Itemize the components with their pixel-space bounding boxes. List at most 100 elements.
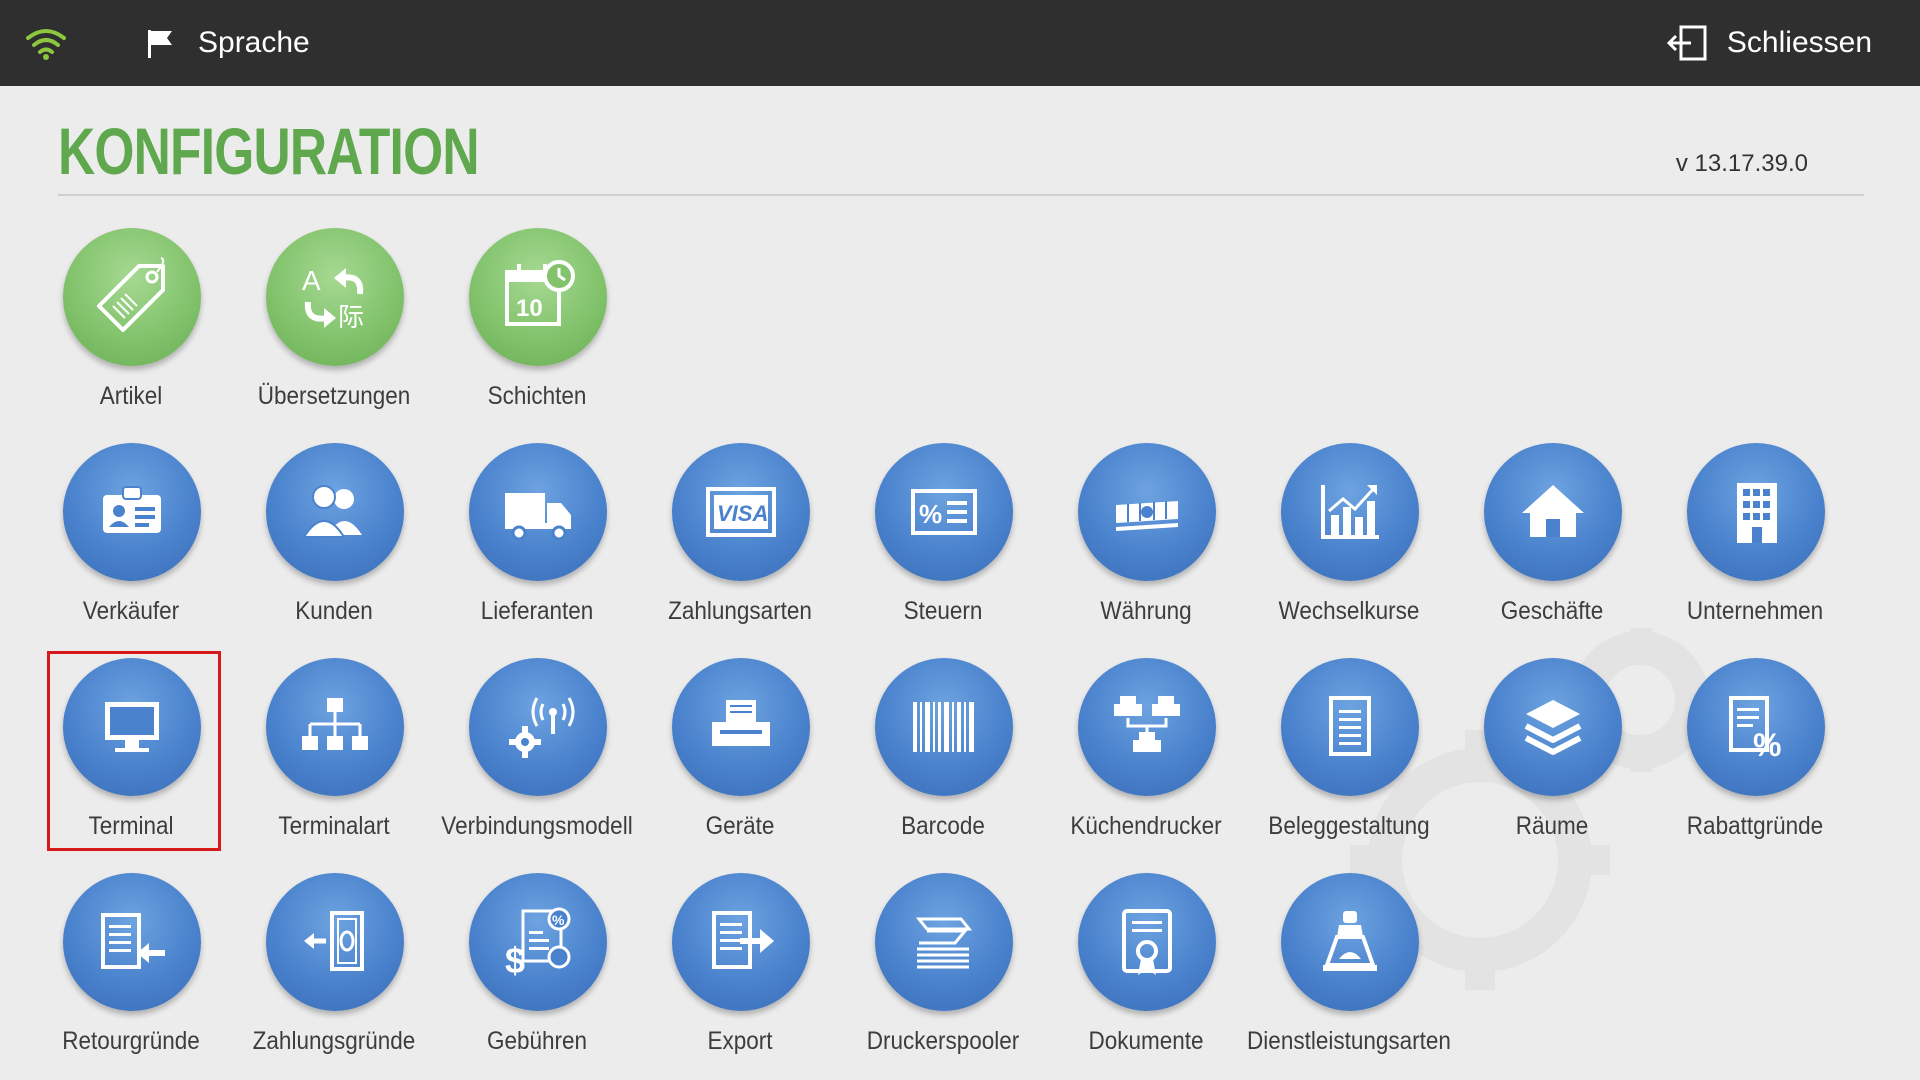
tile-zahlungsgruende[interactable]: Zahlungsgründe [236,861,432,1061]
flag-icon [148,30,172,58]
tile-label: Gebühren [486,1027,588,1055]
svg-text:%: % [552,912,565,928]
tile-rabattgruende[interactable]: % Rabattgründe [1657,646,1853,846]
dokumente-circle [1078,873,1216,1011]
geraete-circle [672,658,810,796]
tile-gebuehren[interactable]: % $ Gebühren [439,861,635,1061]
network-icon [302,698,368,750]
tile-terminal[interactable]: Terminal [33,646,229,846]
close-button[interactable]: Schliessen [1666,18,1872,68]
tile-label: Beleggestaltung [1268,812,1430,840]
beleggestaltung-circle [1281,658,1419,796]
tile-retourgruende[interactable]: Retourgründe [33,861,229,1061]
tile-geschaefte[interactable]: Geschäfte [1454,431,1650,631]
zahlungsarten-circle: VISA [672,443,810,581]
tile-label: Küchendrucker [1070,812,1222,840]
barcode-circle [875,658,1013,796]
kunden-circle [266,443,404,581]
dienstleistungsarten-circle [1281,873,1419,1011]
svg-text:际: 际 [338,303,364,333]
tile-label: Räume [1515,812,1589,840]
tile-raeume[interactable]: Räume [1454,646,1650,846]
house-icon [1522,485,1584,537]
tile-label: Geschäfte [1500,597,1604,625]
svg-text:$: $ [505,940,525,981]
svg-text:%: % [919,499,942,529]
rabattgruende-circle: % [1687,658,1825,796]
wifi-icon [26,29,66,60]
tile-lieferanten[interactable]: Lieferanten [439,431,635,631]
tile-artikel[interactable]: Artikel [33,216,229,416]
tile-verkaeufer[interactable]: Verkäufer [33,431,229,631]
tile-label: Terminal [88,812,174,840]
tile-label: Terminalart [278,812,390,840]
tile-verbindungsmodell[interactable]: Verbindungsmodell [439,646,635,846]
tile-export[interactable]: Export [642,861,838,1061]
tile-unternehmen[interactable]: Unternehmen [1657,431,1853,631]
tile-label: Lieferanten [480,597,594,625]
tile-terminalart[interactable]: Terminalart [236,646,432,846]
tile-label: Geräte [705,812,775,840]
tile-label: Verkäufer [82,597,180,625]
svg-text:%: % [1753,727,1781,763]
fees-icon: % $ [505,907,571,981]
visa-card-icon: VISA [706,487,776,537]
verkaeufer-circle [63,443,201,581]
tile-schichten[interactable]: 10 Schichten [439,216,635,416]
tile-kunden[interactable]: Kunden [236,431,432,631]
tile-uebersetzungen[interactable]: A 际 Übersetzungen [236,216,432,416]
version-label: v 13.17.39.0 [1675,150,1808,177]
waehrung-circle [1078,443,1216,581]
tile-label: Artikel [99,382,163,410]
export-icon [712,911,774,969]
tile-dienstleistungsarten[interactable]: Dienstleistungsarten [1247,861,1451,1061]
layers-icon [1524,700,1582,755]
tile-wechselkurse[interactable]: Wechselkurse [1251,431,1447,631]
svg-text:A: A [302,265,321,296]
tile-waehrung[interactable]: Währung [1048,431,1244,631]
svg-text:10: 10 [516,295,543,322]
tile-label: Wechselkurse [1278,597,1420,625]
tile-beleggestaltung[interactable]: Beleggestaltung [1251,646,1447,846]
tile-steuern[interactable]: % Steuern [845,431,1041,631]
monitor-icon [105,702,159,752]
kuechendrucker-circle [1078,658,1216,796]
receipt-icon [1329,696,1371,756]
discount-doc-icon: % [1729,696,1781,763]
chart-icon [1321,485,1379,539]
artikel-circle [63,228,201,366]
truck-icon [505,493,571,541]
tile-label: Kunden [295,597,373,625]
verbindungsmodell-circle [469,658,607,796]
tile-label: Steuern [903,597,983,625]
tile-label: Schichten [487,382,587,410]
printer-icon [712,700,770,746]
uebersetzungen-circle: A 际 [266,228,404,366]
zahlungsgruende-circle [266,873,404,1011]
tile-geraete[interactable]: Geräte [642,646,838,846]
tile-druckerspooler[interactable]: Druckerspooler [845,861,1041,1061]
calendar-clock-icon: 10 [505,260,575,326]
tile-label: Zahlungsarten [668,597,812,625]
geschaefte-circle [1484,443,1622,581]
language-button[interactable]: Sprache [144,18,310,68]
export-circle [672,873,810,1011]
tile-kuechendrucker[interactable]: Küchendrucker [1048,646,1244,846]
tile-label: Export [707,1027,773,1055]
tile-zahlungsarten[interactable]: VISA Zahlungsarten [642,431,838,631]
tile-label: Retourgründe [62,1027,200,1055]
wechselkurse-circle [1281,443,1419,581]
tile-dokumente[interactable]: Dokumente [1048,861,1244,1061]
steuern-circle: % [875,443,1013,581]
banknotes-icon [1116,501,1178,531]
header-divider [58,194,1864,196]
top-bar: Sprache Schliessen [0,0,1920,86]
price-tag-icon [97,257,165,332]
close-label: Schliessen [1726,26,1872,59]
tile-label: Druckerspooler [866,1027,1020,1055]
printers-icon [1114,696,1180,752]
paper-stack-icon [915,917,973,969]
tile-label: Dienstleistungsarten [1247,1027,1451,1055]
tile-barcode[interactable]: Barcode [845,646,1041,846]
percent-icon: % [911,489,977,535]
